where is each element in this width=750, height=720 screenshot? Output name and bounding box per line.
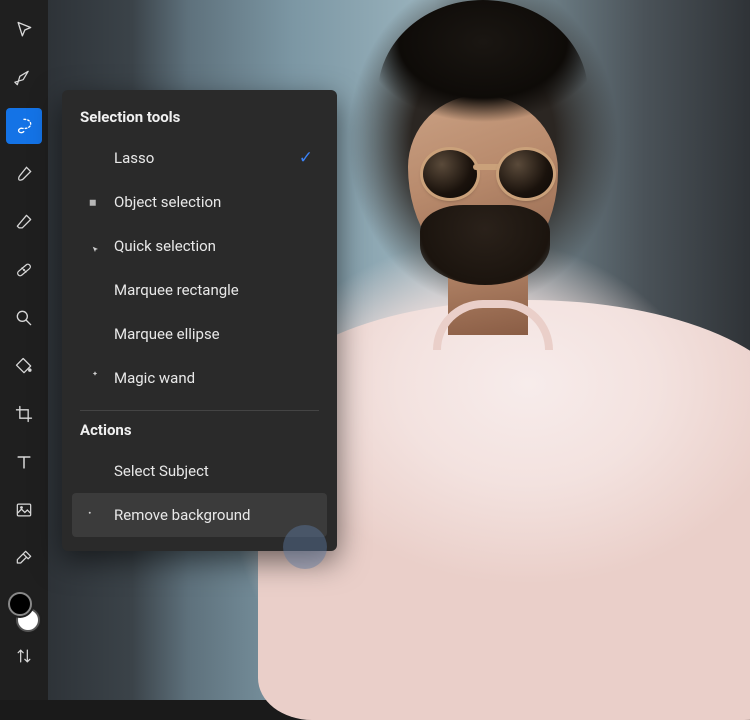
bucket-icon (14, 356, 34, 376)
marquee-ellipse-icon (82, 324, 102, 344)
bandage-icon (14, 260, 34, 280)
menu-item-label: Object selection (114, 193, 221, 211)
eyedropper-tool[interactable] (6, 540, 42, 576)
image-tool[interactable] (6, 492, 42, 528)
brush-icon (14, 164, 34, 184)
lasso-tool[interactable] (6, 108, 42, 144)
select-subject-icon (82, 461, 102, 481)
check-icon: ✓ (299, 148, 313, 168)
quick-selection-icon (82, 236, 102, 256)
swap-colors-tool[interactable] (6, 638, 42, 674)
canvas-image (288, 0, 750, 700)
popover-section-title: Actions (72, 421, 327, 449)
remove-background-icon (82, 505, 102, 525)
lasso-icon (82, 148, 102, 168)
menu-item-marquee-rectangle[interactable]: Marquee rectangle (72, 268, 327, 312)
crop-tool[interactable] (6, 396, 42, 432)
color-swatches[interactable] (8, 592, 40, 632)
toolbar (0, 0, 48, 700)
menu-item-lasso[interactable]: Lasso ✓ (72, 136, 327, 180)
zoom-tool[interactable] (6, 300, 42, 336)
menu-item-label: Magic wand (114, 369, 195, 387)
pen-tool[interactable] (6, 60, 42, 96)
move-tool[interactable] (6, 12, 42, 48)
menu-item-marquee-ellipse[interactable]: Marquee ellipse (72, 312, 327, 356)
menu-item-object-selection[interactable]: Object selection (72, 180, 327, 224)
type-tool[interactable] (6, 444, 42, 480)
lasso-icon (14, 116, 34, 136)
spot-heal-tool[interactable] (6, 252, 42, 288)
foreground-color-swatch[interactable] (8, 592, 32, 616)
menu-item-label: Marquee rectangle (114, 281, 239, 299)
menu-item-label: Quick selection (114, 237, 216, 255)
paint-bucket-tool[interactable] (6, 348, 42, 384)
menu-item-label: Remove background (114, 506, 250, 524)
selection-tools-popover: Selection tools Lasso ✓ Object selection… (62, 90, 337, 551)
menu-item-label: Marquee ellipse (114, 325, 220, 343)
menu-item-quick-selection[interactable]: Quick selection (72, 224, 327, 268)
magnifier-icon (14, 308, 34, 328)
type-icon (14, 452, 34, 472)
crop-icon (14, 404, 34, 424)
eraser-icon (14, 212, 34, 232)
marquee-rectangle-icon (82, 280, 102, 300)
eraser-tool[interactable] (6, 204, 42, 240)
menu-item-magic-wand[interactable]: Magic wand (72, 356, 327, 400)
swap-icon (14, 646, 34, 666)
object-selection-icon (82, 192, 102, 212)
cursor-icon (14, 20, 34, 40)
divider (80, 410, 319, 411)
menu-item-remove-background[interactable]: Remove background (72, 493, 327, 537)
menu-item-label: Lasso (114, 149, 154, 167)
magic-wand-icon (82, 368, 102, 388)
menu-item-label: Select Subject (114, 462, 209, 480)
brush-tool[interactable] (6, 156, 42, 192)
image-icon (14, 500, 34, 520)
pen-icon (14, 68, 34, 88)
eyedropper-icon (14, 548, 34, 568)
popover-section-title: Selection tools (72, 108, 327, 136)
menu-item-select-subject[interactable]: Select Subject (72, 449, 327, 493)
